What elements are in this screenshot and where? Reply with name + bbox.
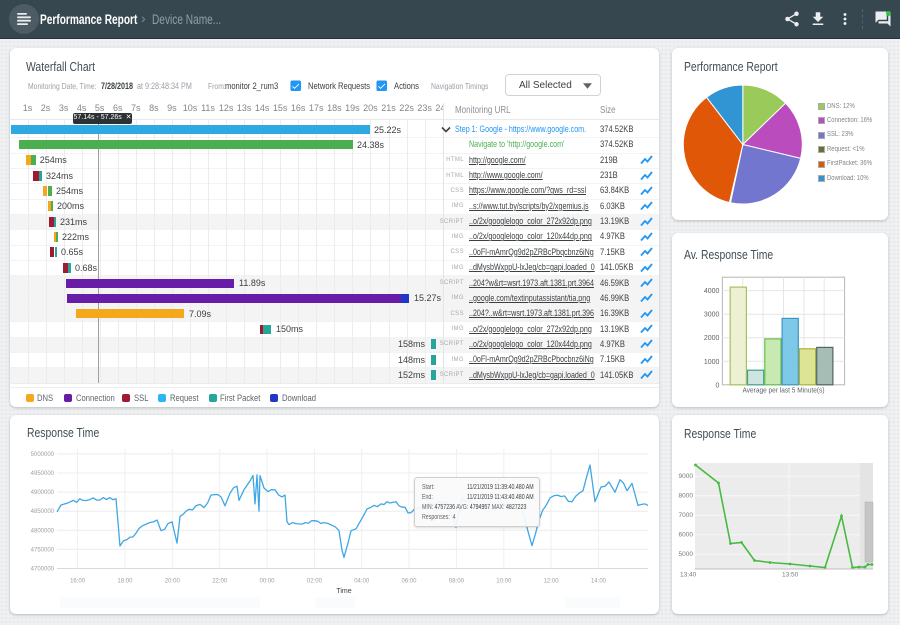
svg-text:10:00: 10:00 xyxy=(496,579,512,585)
svg-text:00:00: 00:00 xyxy=(259,579,275,585)
svg-text:2000: 2000 xyxy=(704,335,720,342)
svg-text:9000: 9000 xyxy=(679,473,694,480)
svg-text:4950000: 4950000 xyxy=(31,471,55,477)
svg-text:4000: 4000 xyxy=(704,288,720,295)
svg-text:5000: 5000 xyxy=(679,551,694,558)
svg-text:14:00: 14:00 xyxy=(591,579,607,585)
svg-text:4700000: 4700000 xyxy=(31,567,55,573)
svg-text:02:00: 02:00 xyxy=(307,579,323,585)
svg-text:4750000: 4750000 xyxy=(31,547,55,553)
svg-text:08:00: 08:00 xyxy=(449,579,465,585)
svg-text:3000: 3000 xyxy=(704,312,720,319)
svg-text:22:00: 22:00 xyxy=(212,579,228,585)
svg-text:0: 0 xyxy=(715,382,719,389)
svg-text:1000: 1000 xyxy=(704,359,720,366)
svg-text:13:40: 13:40 xyxy=(680,572,697,579)
svg-text:12:00: 12:00 xyxy=(544,579,560,585)
svg-text:4800000: 4800000 xyxy=(31,528,55,534)
svg-text:Average per last 5 Minute(s): Average per last 5 Minute(s) xyxy=(743,386,825,395)
svg-text:8000: 8000 xyxy=(679,493,694,500)
svg-text:7000: 7000 xyxy=(679,512,694,519)
svg-text:16:00: 16:00 xyxy=(70,579,86,585)
svg-text:20:00: 20:00 xyxy=(165,579,181,585)
svg-text:Time: Time xyxy=(336,588,351,595)
svg-text:4850000: 4850000 xyxy=(31,509,55,515)
svg-text:04:00: 04:00 xyxy=(354,579,370,585)
svg-text:5000000: 5000000 xyxy=(31,452,55,458)
svg-text:06:00: 06:00 xyxy=(401,579,417,585)
svg-text:6000: 6000 xyxy=(679,532,694,539)
svg-text:13:50: 13:50 xyxy=(782,572,799,579)
svg-text:4900000: 4900000 xyxy=(31,490,55,496)
svg-text:18:00: 18:00 xyxy=(117,579,133,585)
